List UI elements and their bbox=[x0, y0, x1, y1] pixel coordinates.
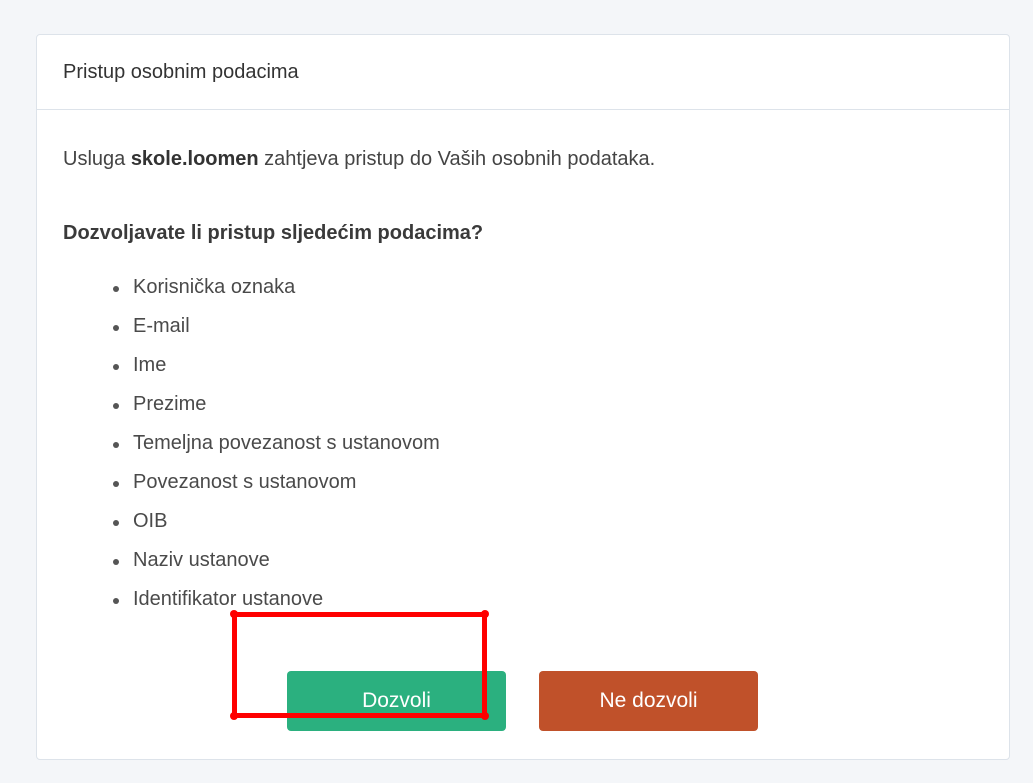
service-name: skole.loomen bbox=[130, 148, 259, 170]
consent-intro: Usluga skole.loomen zahtjeva pristup do … bbox=[63, 146, 983, 172]
attribute-item: Ime bbox=[113, 346, 983, 385]
consent-question: Dozvoljavate li pristup sljedećim podaci… bbox=[63, 222, 484, 244]
card-title: Pristup osobnim podacima bbox=[63, 60, 299, 83]
intro-suffix: zahtjeva pristup do Vaših osobnih podata… bbox=[258, 148, 656, 170]
consent-actions: Dozvoli Ne dozvoli bbox=[37, 671, 1009, 731]
attribute-item: Prezime bbox=[113, 385, 983, 424]
consent-card: Pristup osobnim podacima Usluga skole.lo… bbox=[36, 34, 1010, 760]
card-header: Pristup osobnim podacima bbox=[37, 35, 1009, 110]
deny-button[interactable]: Ne dozvoli bbox=[539, 671, 758, 731]
attribute-item: E-mail bbox=[113, 307, 983, 346]
attribute-item: Povezanost s ustanovom bbox=[113, 463, 983, 502]
intro-prefix: Usluga bbox=[63, 148, 131, 170]
allow-button[interactable]: Dozvoli bbox=[287, 671, 506, 731]
attribute-item: OIB bbox=[113, 502, 983, 541]
attribute-list: Korisnička oznaka E-mail Ime Prezime Tem… bbox=[63, 268, 983, 619]
attribute-item: Korisnička oznaka bbox=[113, 268, 983, 307]
card-body: Usluga skole.loomen zahtjeva pristup do … bbox=[37, 146, 1009, 619]
attribute-item: Identifikator ustanove bbox=[113, 580, 983, 619]
attribute-item: Naziv ustanove bbox=[113, 541, 983, 580]
attribute-item: Temeljna povezanost s ustanovom bbox=[113, 424, 983, 463]
